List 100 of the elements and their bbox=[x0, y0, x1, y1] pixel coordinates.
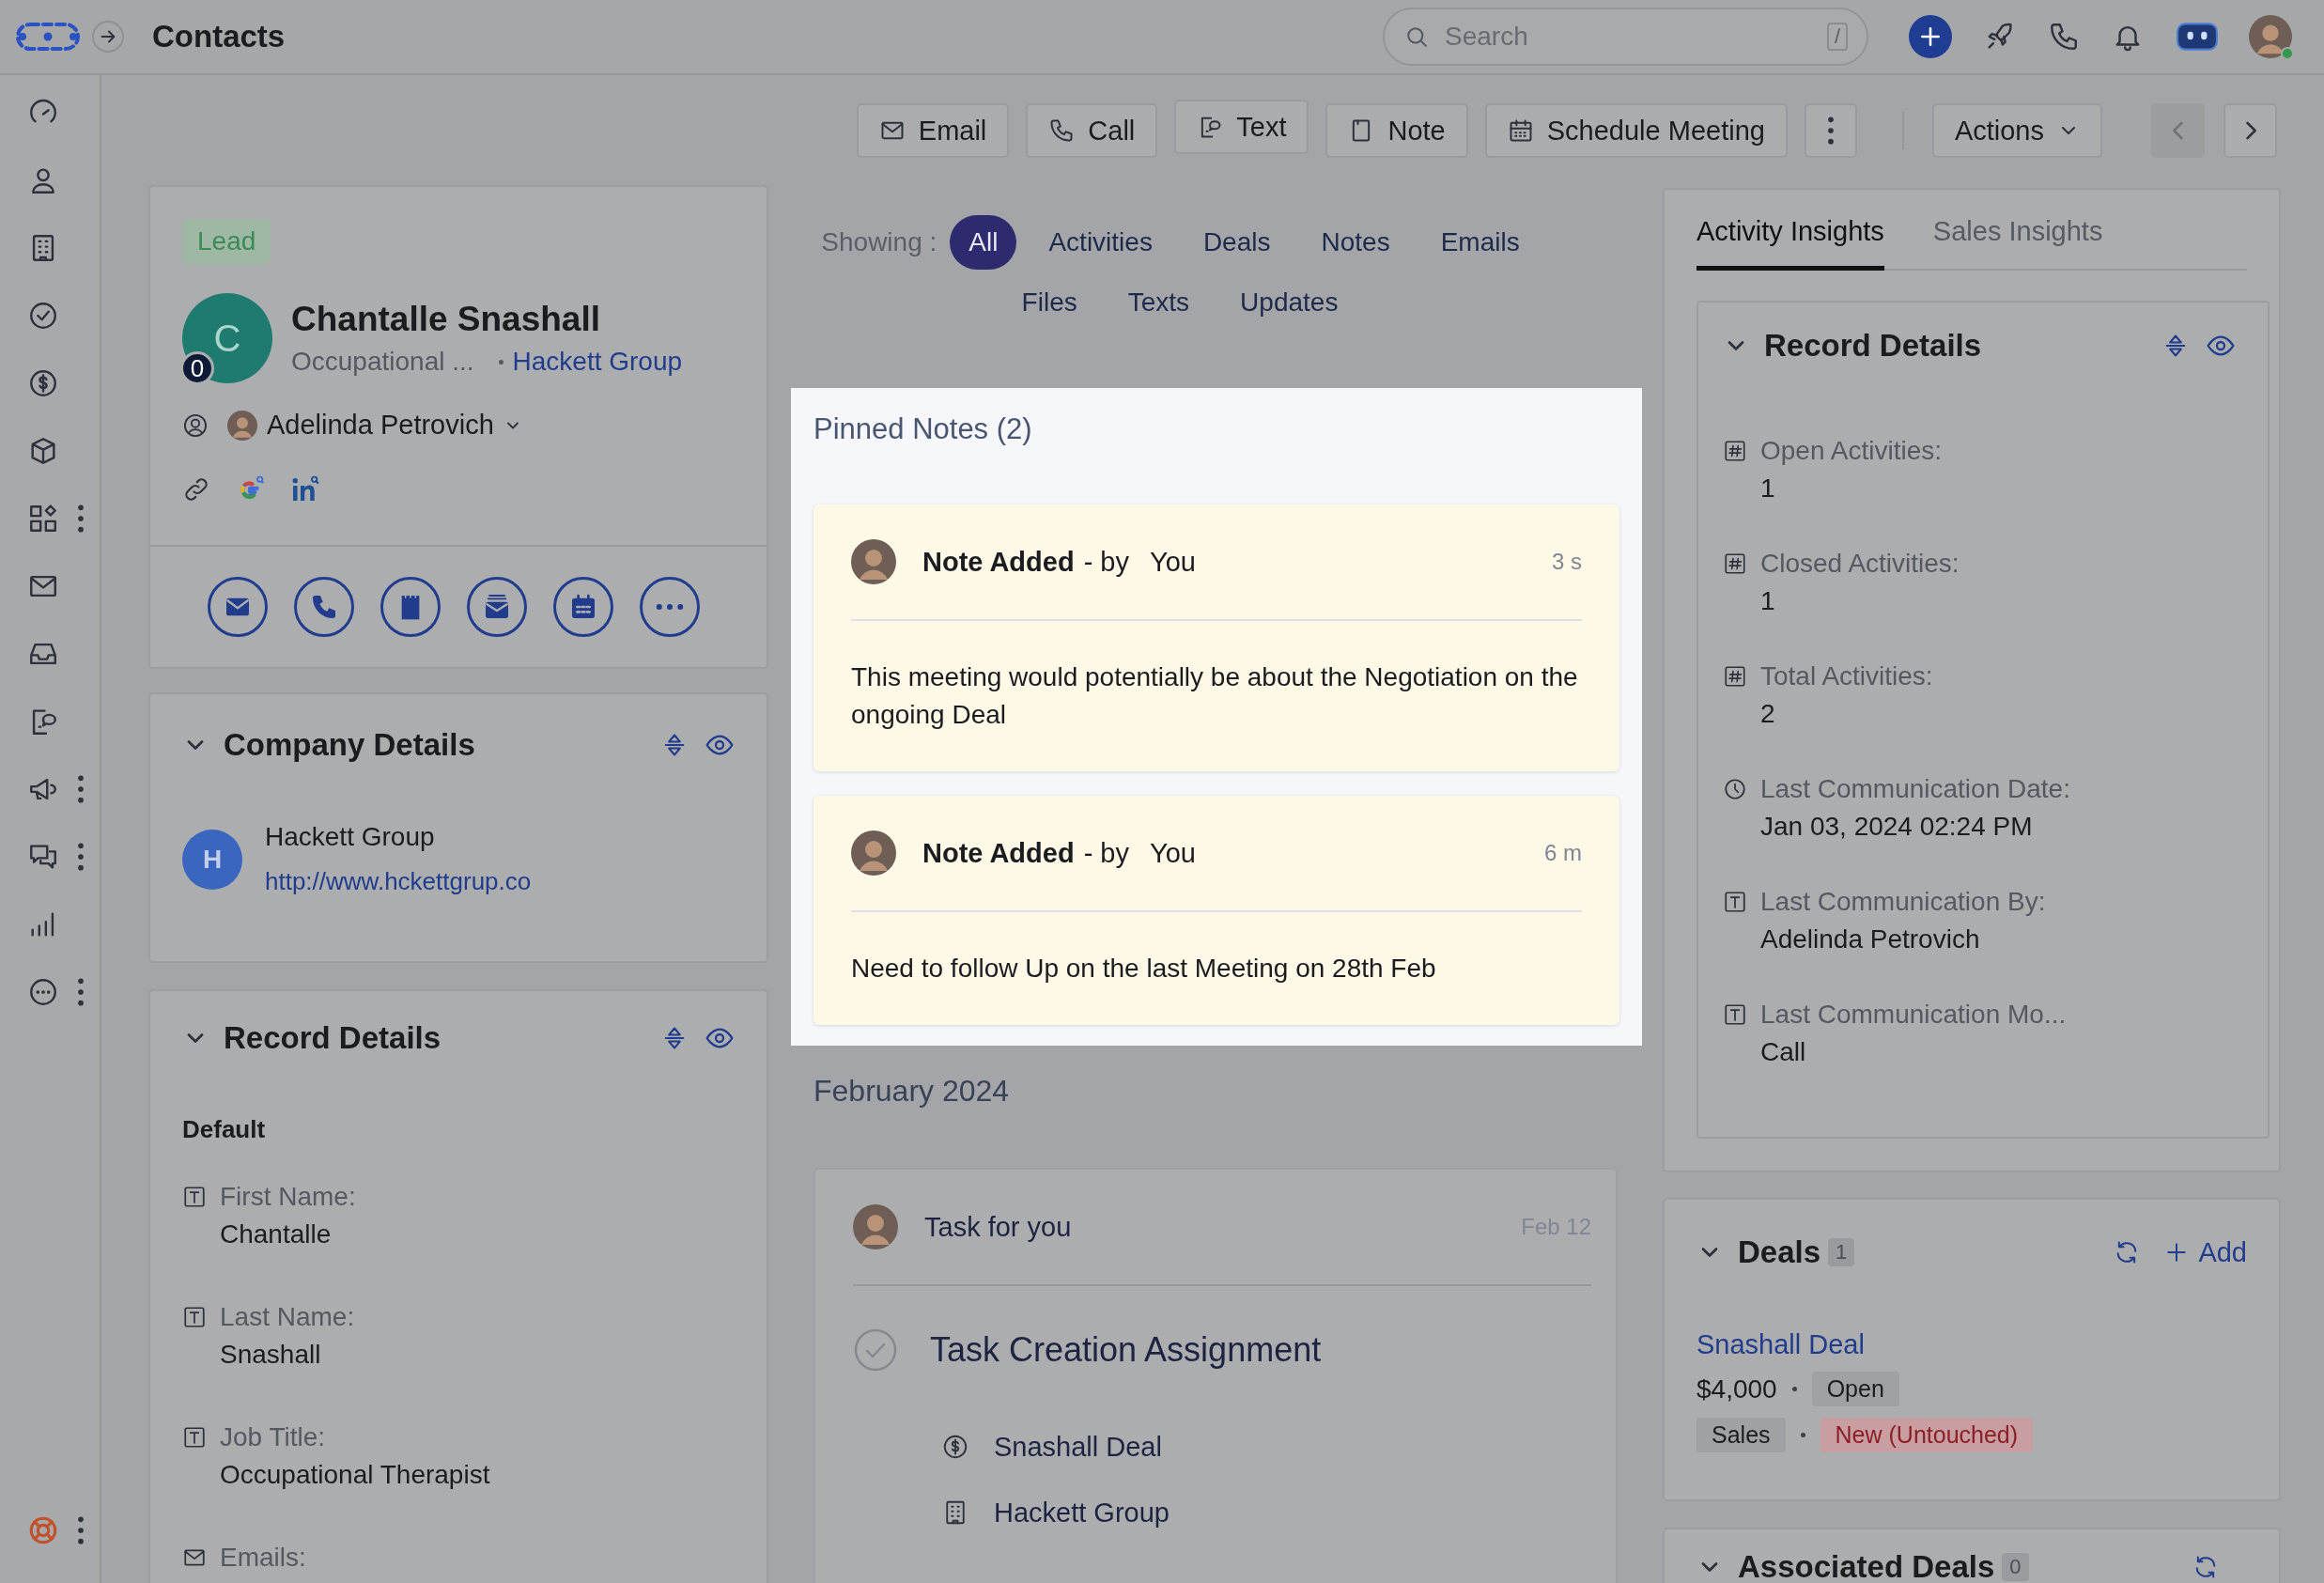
expand-sidebar-button[interactable] bbox=[92, 21, 124, 53]
user-avatar[interactable] bbox=[2249, 15, 2292, 58]
section-title: Associated Deals bbox=[1738, 1549, 1995, 1583]
kebab-icon[interactable] bbox=[76, 773, 85, 805]
count-badge: 0 bbox=[2002, 1553, 2029, 1581]
link-icon[interactable] bbox=[182, 475, 210, 504]
count-badge: 0 bbox=[180, 351, 214, 385]
status-tag: Lead bbox=[182, 219, 271, 264]
pipeline-tag: Sales bbox=[1697, 1418, 1786, 1452]
field-label: Total Activities: bbox=[1760, 661, 1934, 691]
number-field-icon bbox=[1723, 551, 1747, 576]
email-button[interactable]: Email bbox=[856, 103, 1010, 158]
section-title: Company Details bbox=[224, 727, 475, 763]
filter-tab[interactable]: Texts bbox=[1108, 275, 1209, 330]
meeting-button[interactable] bbox=[553, 577, 613, 637]
field-label: Last Communication Mo... bbox=[1760, 1000, 2068, 1030]
field-label: Open Activities: bbox=[1760, 436, 1943, 466]
avatar-initial: C bbox=[213, 317, 241, 360]
text-field-icon bbox=[1723, 1002, 1747, 1027]
apps-icon[interactable] bbox=[27, 503, 59, 535]
email-button[interactable] bbox=[208, 577, 268, 637]
search-field[interactable]: Search bbox=[1443, 21, 1814, 53]
field-value: Snashall bbox=[220, 1340, 322, 1370]
phone-icon[interactable] bbox=[2048, 21, 2080, 53]
field-label: Emails: bbox=[220, 1543, 307, 1573]
linked-record[interactable]: Snashall Deal bbox=[994, 1431, 1162, 1463]
section-title: Deals bbox=[1738, 1234, 1821, 1270]
field-label: Last Communication By: bbox=[1760, 887, 2047, 917]
field-label: First Name: bbox=[220, 1182, 357, 1212]
byline-label: - by bbox=[1083, 837, 1129, 869]
filter-tab[interactable]: Activities bbox=[1030, 215, 1171, 270]
number-field-icon bbox=[1723, 664, 1747, 689]
user-avatar bbox=[851, 830, 896, 876]
company-link[interactable]: Hackett Group bbox=[512, 347, 683, 377]
plus-icon bbox=[1918, 24, 1943, 49]
call-button[interactable] bbox=[294, 577, 354, 637]
website-link[interactable]: http://www.hckettgrup.co bbox=[265, 867, 532, 896]
field-label: Job Title: bbox=[220, 1422, 327, 1452]
filter-tab[interactable]: All bbox=[950, 215, 1017, 270]
kebab-icon[interactable] bbox=[76, 503, 85, 535]
month-heading: February 2024 bbox=[813, 1074, 1011, 1110]
note-text: This meeting would potentially be about the Negotiation on the ongoing Deal bbox=[851, 661, 1579, 731]
timestamp: 3 s bbox=[1552, 549, 1582, 575]
check-circle-icon[interactable] bbox=[853, 1327, 898, 1373]
kebab-icon[interactable] bbox=[76, 1514, 85, 1546]
user-avatar bbox=[851, 539, 896, 584]
field-label: Closed Activities: bbox=[1760, 549, 1960, 579]
note-author: You bbox=[1150, 546, 1196, 578]
contact-name: Chantalle Snashall bbox=[291, 300, 601, 339]
owner-dropdown[interactable]: Adelinda Petrovich bbox=[227, 410, 522, 441]
dollar-icon[interactable] bbox=[27, 367, 59, 399]
create-button[interactable] bbox=[1909, 15, 1952, 58]
more-button[interactable] bbox=[640, 577, 700, 637]
call-button[interactable]: Call bbox=[1026, 103, 1158, 158]
task-title: Task for you bbox=[924, 1211, 1072, 1243]
schedule-meeting-button[interactable]: Schedule Meeting bbox=[1484, 103, 1788, 158]
field-value: 1 bbox=[1760, 473, 1776, 504]
section-title: Pinned Notes (2) bbox=[813, 412, 1033, 446]
field-value: Adelinda Petrovich bbox=[1760, 924, 1981, 954]
tab[interactable]: Activity Insights bbox=[1697, 216, 1884, 271]
add-button[interactable]: Add bbox=[2164, 1236, 2247, 1268]
field-label: Last Communication Date: bbox=[1760, 774, 2071, 804]
showing-label: Showing : bbox=[821, 226, 937, 258]
filter-tab[interactable]: Deals bbox=[1184, 215, 1290, 270]
logo-icon bbox=[15, 20, 81, 54]
actions-button[interactable]: Actions bbox=[1931, 103, 2102, 158]
search-box[interactable]: Search / bbox=[1383, 8, 1868, 66]
user-avatar bbox=[853, 1204, 898, 1249]
filter-tab[interactable]: Notes bbox=[1302, 215, 1409, 270]
kebab-icon[interactable] bbox=[76, 976, 85, 1008]
filter-tab[interactable]: Files bbox=[1002, 275, 1096, 330]
more-circle-icon[interactable] bbox=[27, 976, 59, 1008]
note-button[interactable]: Note bbox=[1325, 103, 1468, 158]
kebab-icon[interactable] bbox=[76, 841, 85, 873]
text-button[interactable]: Text bbox=[1174, 100, 1309, 154]
text-field-icon bbox=[182, 1425, 207, 1450]
field-value: Chantalle bbox=[220, 1219, 333, 1249]
text-field-icon bbox=[182, 1185, 207, 1209]
section-title: Record Details bbox=[1764, 328, 1982, 364]
next-button[interactable] bbox=[2223, 103, 2277, 158]
field-value: Occupational Therapist bbox=[220, 1460, 491, 1490]
linked-record[interactable]: Hackett Group bbox=[994, 1497, 1170, 1529]
robot-icon[interactable] bbox=[2176, 21, 2219, 53]
clock-icon bbox=[1723, 777, 1747, 801]
kebab-icon bbox=[1825, 115, 1836, 147]
task-name: Task Creation Assignment bbox=[930, 1330, 1322, 1370]
deal-link[interactable]: Snashall Deal bbox=[1697, 1329, 2247, 1360]
tab[interactable]: Sales Insights bbox=[1932, 216, 2103, 271]
field-value: Jan 03, 2024 02:24 PM bbox=[1760, 812, 2034, 842]
more-button[interactable] bbox=[1804, 103, 1857, 158]
text-field-icon bbox=[1723, 890, 1747, 914]
filter-tab[interactable]: Updates bbox=[1221, 275, 1357, 330]
company-name: Hackett Group bbox=[265, 822, 436, 852]
company-avatar: H bbox=[182, 829, 242, 890]
note-button[interactable] bbox=[380, 577, 441, 637]
email-log-button[interactable] bbox=[467, 577, 527, 637]
filter-tab[interactable]: Emails bbox=[1421, 215, 1539, 270]
check-circle-icon[interactable] bbox=[27, 300, 59, 332]
stage-tag: New (Untouched) bbox=[1820, 1418, 2034, 1452]
more-icon bbox=[656, 603, 684, 611]
